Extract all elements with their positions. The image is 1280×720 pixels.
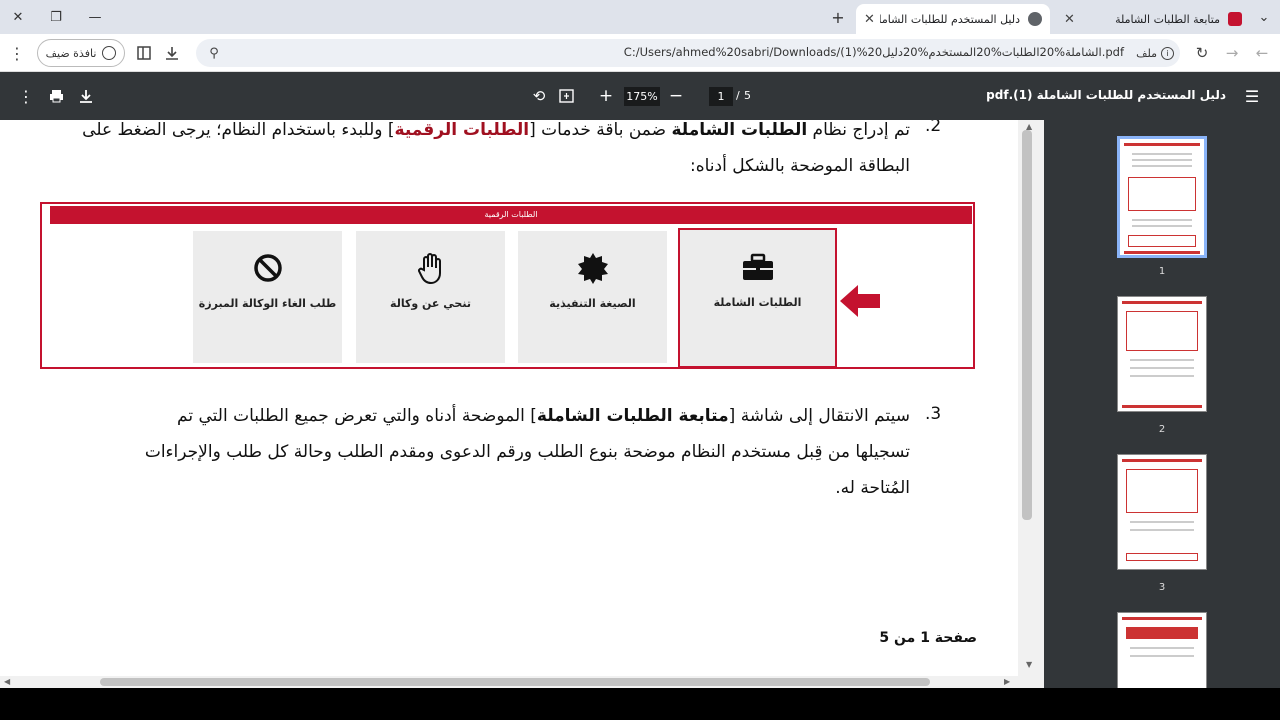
address-bar[interactable]: ⚲ C:/Users/ahmed%20sabri/Downloads/(1)%2… [196, 39, 1180, 67]
seal-badge-icon [576, 251, 610, 285]
page-number-input[interactable]: 1 [709, 87, 733, 106]
browser-window: ✕ ❐ — + دليل المستخدم للطلبات الشاملة (1… [0, 0, 1280, 688]
scroll-right-icon[interactable]: ▶ [1004, 677, 1010, 686]
close-tab-icon[interactable]: ✕ [864, 12, 875, 27]
tab-title: دليل المستخدم للطلبات الشاملة (1) [880, 12, 1020, 26]
close-window-button[interactable]: ✕ [6, 6, 30, 28]
p2-text-e: ] وللبدء باستخدام النظام؛ يرجى الضغط على [82, 120, 395, 140]
p3-text-a: سيتم الانتقال إلى شاشة [ [728, 406, 910, 426]
card-label: طلب الغاء الوكالة المبرزة [198, 297, 337, 310]
tab-title: متابعة الطلبات الشاملة [1115, 12, 1220, 26]
hamburger-menu-icon[interactable]: ☰ [1242, 86, 1262, 106]
info-icon: i [1161, 46, 1174, 60]
print-icon[interactable] [46, 86, 66, 106]
back-icon[interactable]: ← [1252, 43, 1272, 63]
file-chip-label: ملف [1136, 46, 1157, 60]
card-label: تنحي عن وكالة [390, 297, 471, 310]
p3-text-c: ] الموضحة أدناه والتي تعرض جميع الطلبات … [177, 406, 537, 426]
guest-label: نافذة ضيف [45, 46, 97, 60]
rotate-icon[interactable]: ⟲ [529, 86, 549, 106]
thumbnail-label: 1 [1158, 266, 1166, 277]
page-footer: صفحة 1 من 5 [879, 630, 977, 646]
kebab-menu-icon[interactable]: ⋮ [6, 43, 28, 63]
briefcase-icon [741, 250, 775, 284]
thumbnail-page-1[interactable] [1117, 136, 1207, 258]
p2-text-c: ضمن باقة خدمات [ [529, 120, 672, 140]
minimize-window-button[interactable]: — [83, 6, 107, 28]
forward-icon[interactable]: → [1222, 43, 1242, 63]
card-executive-formula[interactable]: الصيغة التنفيذية [518, 231, 667, 363]
thumbnail-sidebar: 1 2 3 [1044, 120, 1280, 688]
thumbnail-page-2[interactable] [1117, 296, 1207, 412]
globe-icon [1028, 12, 1042, 26]
thumbnail-label: 3 [1158, 582, 1166, 593]
reload-icon[interactable]: ↻ [1192, 43, 1212, 63]
pdf-page: .2 تم إدراج نظام الطلبات الشاملة ضمن باق… [0, 120, 1018, 676]
p2-text-red: الطلبات الرقمية [394, 120, 530, 140]
figure-digital-requests: الطلبات الرقمية الطلبات الشاملة الصيغة ا… [40, 202, 975, 369]
tab-strip: ✕ ❐ — + دليل المستخدم للطلبات الشاملة (1… [0, 0, 1280, 34]
close-tab-icon[interactable]: ✕ [1064, 12, 1075, 27]
zoom-in-button[interactable]: + [596, 86, 616, 106]
thumbnail-page-4[interactable] [1117, 612, 1207, 688]
p3-text-bold: متابعة الطلبات الشاملة [536, 406, 729, 426]
paragraph-3-line2: تسجيلها من قِبل مستخدم النظام موضحة بنوع… [144, 442, 910, 462]
page-separator: / [736, 89, 740, 102]
side-panel-icon[interactable] [134, 43, 154, 63]
paragraph-3-line3: المُتاحة له. [835, 478, 910, 498]
horizontal-scrollbar[interactable]: ◀ ▶ [0, 676, 1044, 688]
fit-page-icon[interactable] [556, 86, 576, 106]
p2-text-bold: الطلبات الشاملة [671, 120, 808, 140]
url-text: C:/Users/ahmed%20sabri/Downloads/(1)%20ا… [623, 45, 1124, 59]
card-label: الطلبات الشاملة [713, 296, 802, 309]
browser-toolbar: ⋮ نافذة ضيف ⚲ C:/Users/ahmed%20sabri/Dow… [0, 34, 1280, 72]
site-favicon-icon [1228, 12, 1242, 26]
tab-tracking[interactable]: متابعة الطلبات الشاملة ✕ [1056, 4, 1250, 34]
new-tab-button[interactable]: + [826, 6, 850, 28]
paragraph-2-line1: تم إدراج نظام الطلبات الشاملة ضمن باقة خ… [40, 120, 910, 148]
figure-header: الطلبات الرقمية [50, 206, 972, 224]
restore-window-button[interactable]: ❐ [44, 6, 68, 28]
profile-icon [102, 46, 117, 60]
card-cancel-agency[interactable]: طلب الغاء الوكالة المبرزة [193, 231, 342, 363]
card-label: الصيغة التنفيذية [549, 297, 636, 310]
thumbnail-page-3[interactable] [1117, 454, 1207, 570]
zoom-level[interactable]: 175% [624, 87, 660, 106]
document-title: دليل المستخدم للطلبات الشاملة (1).pdf [986, 88, 1226, 102]
p2-text-a: تم إدراج نظام [807, 120, 910, 140]
ban-icon [251, 251, 285, 285]
pdf-viewer: .2 تم إدراج نظام الطلبات الشاملة ضمن باق… [0, 120, 1280, 688]
item-number-3: .3 [925, 404, 942, 424]
file-chip[interactable]: i ملف [1136, 43, 1174, 63]
downloads-icon[interactable] [162, 43, 182, 63]
item-number-2: .2 [925, 120, 942, 136]
card-agency-withdrawal[interactable]: تنحي عن وكالة [356, 231, 505, 363]
red-arrow-icon [840, 284, 882, 322]
scroll-left-icon[interactable]: ◀ [4, 677, 10, 686]
paragraph-3-line1: سيتم الانتقال إلى شاشة [متابعة الطلبات ا… [40, 398, 910, 434]
zoom-out-button[interactable]: − [666, 86, 686, 106]
pdf-toolbar: ⋮ ⟲ + 175% − 1 / 5 دليل المستخدم للطلبات… [0, 72, 1280, 120]
vertical-scrollbar[interactable]: ▲ ▼ [1018, 120, 1044, 688]
card-comprehensive-requests[interactable]: الطلبات الشاملة [678, 228, 837, 368]
download-icon[interactable] [76, 86, 96, 106]
scroll-down-icon[interactable]: ▼ [1026, 660, 1032, 669]
vertical-scroll-thumb[interactable] [1022, 130, 1032, 520]
guest-profile-button[interactable]: نافذة ضيف [37, 39, 125, 67]
horizontal-scroll-thumb[interactable] [100, 678, 930, 686]
more-actions-icon[interactable]: ⋮ [16, 86, 36, 106]
zoom-icon[interactable]: ⚲ [204, 43, 224, 63]
tab-search-chevron-icon[interactable]: ⌄ [1252, 6, 1276, 28]
hand-stop-icon [414, 251, 448, 285]
page-total: 5 [744, 89, 751, 102]
tab-pdf[interactable]: دليل المستخدم للطلبات الشاملة (1) ✕ [856, 4, 1050, 34]
thumbnail-label: 2 [1158, 424, 1166, 435]
paragraph-2-line2: البطاقة الموضحة بالشكل أدناه: [689, 156, 910, 176]
